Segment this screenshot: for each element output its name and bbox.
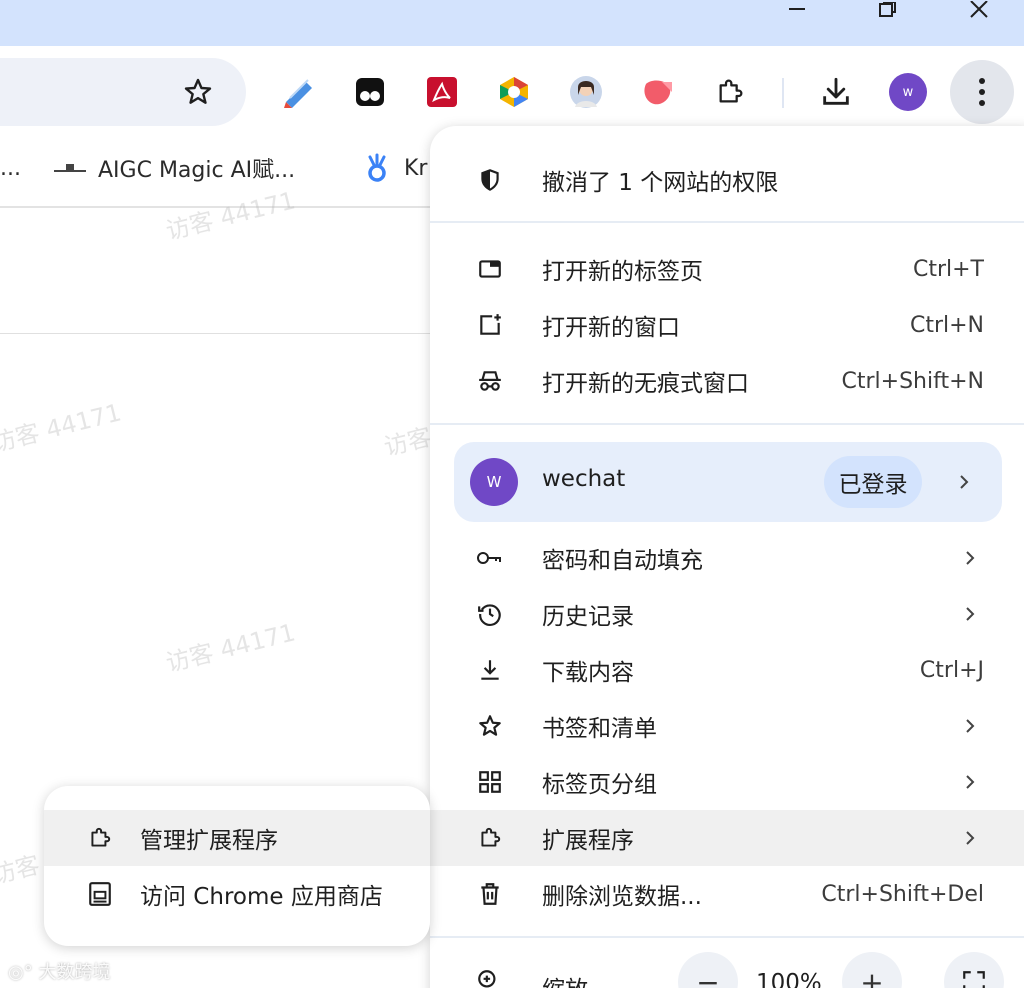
- adobe-pdf-extension-icon[interactable]: [422, 72, 462, 112]
- submenu-item-manage-extensions[interactable]: 管理扩展程序: [44, 810, 430, 866]
- chevron-right-icon: [960, 716, 980, 736]
- menu-item-label: 书签和清单: [542, 716, 657, 742]
- menu-item-extensions[interactable]: 扩展程序: [430, 810, 1024, 866]
- download-icon: [476, 656, 504, 684]
- trash-icon: [476, 880, 504, 908]
- close-icon[interactable]: [956, 0, 1002, 20]
- menu-item-label: 密码和自动填充: [542, 548, 703, 574]
- profile-card[interactable]: W wechat 已登录: [454, 442, 1002, 522]
- zoom-value: 100%: [756, 970, 822, 988]
- fullscreen-icon[interactable]: [944, 952, 1004, 988]
- menu-divider: [430, 423, 1024, 425]
- signed-in-badge: 已登录: [824, 456, 922, 508]
- shortcut-label: Ctrl+J: [919, 657, 984, 683]
- menu-item-bookmarks[interactable]: 书签和清单: [430, 698, 1024, 754]
- key-icon: [476, 544, 504, 572]
- extensions-submenu: 管理扩展程序 访问 Chrome 应用商店: [44, 786, 430, 946]
- store-icon: [86, 880, 114, 908]
- zoom-in-button[interactable]: +: [842, 952, 902, 988]
- watermark: 访客 44171: [0, 398, 125, 458]
- menu-item-new-window[interactable]: 打开新的窗口 Ctrl+N: [430, 297, 1024, 353]
- menu-item-history[interactable]: 历史记录: [430, 586, 1024, 642]
- menu-item-new-incognito[interactable]: 打开新的无痕式窗口 Ctrl+Shift+N: [430, 353, 1024, 409]
- menu-item-label: 打开新的标签页: [542, 259, 703, 285]
- menu-divider: [430, 221, 1024, 223]
- aigc-logo-icon: [54, 164, 86, 172]
- bookmark-star-icon[interactable]: [178, 72, 218, 112]
- new-tab-icon: [476, 255, 504, 283]
- submenu-item-label: 管理扩展程序: [140, 828, 278, 854]
- incognito-icon: [476, 367, 504, 395]
- chevron-right-icon: [960, 828, 980, 848]
- menu-item-label: 打开新的无痕式窗口: [542, 371, 749, 397]
- menu-item-tab-groups[interactable]: 标签页分组: [430, 754, 1024, 810]
- menu-item-label: 标签页分组: [542, 772, 657, 798]
- download-icon[interactable]: [816, 72, 856, 112]
- menu-item-permission-notice[interactable]: 撤消了 1 个网站的权限: [430, 152, 1024, 208]
- page-divider: [0, 333, 440, 334]
- toolbar-divider: [782, 78, 784, 108]
- avatar-extension-icon[interactable]: [566, 72, 606, 112]
- chevron-right-icon: [960, 548, 980, 568]
- zoom-icon: [476, 968, 502, 988]
- star-icon: [476, 712, 504, 740]
- puzzle-extensions-icon[interactable]: [710, 72, 750, 112]
- shortcut-label: Ctrl+Shift+Del: [821, 881, 984, 907]
- shortcut-label: Ctrl+N: [909, 312, 984, 338]
- menu-item-label: 历史记录: [542, 604, 634, 630]
- tampermonkey-extension-icon[interactable]: [350, 72, 390, 112]
- avatar: w: [889, 73, 927, 111]
- new-window-icon: [476, 311, 504, 339]
- menu-item-new-tab[interactable]: 打开新的标签页 Ctrl+T: [430, 241, 1024, 297]
- menu-item-label: 下载内容: [542, 660, 634, 686]
- menu-item-label: 打开新的窗口: [542, 315, 680, 341]
- submenu-item-label: 访问 Chrome 应用商店: [140, 884, 383, 910]
- chevron-right-icon: [960, 604, 980, 624]
- restore-icon[interactable]: [864, 0, 910, 20]
- profile-name: wechat: [542, 466, 626, 492]
- menu-item-clear-browsing-data[interactable]: 删除浏览数据... Ctrl+Shift+Del: [430, 866, 1024, 922]
- menu-item-label: 撤消了 1 个网站的权限: [542, 170, 779, 196]
- menu-item-downloads[interactable]: 下载内容 Ctrl+J: [430, 642, 1024, 698]
- zoom-label: 缩放: [542, 970, 588, 988]
- chrome-main-menu: 撤消了 1 个网站的权限 打开新的标签页 Ctrl+T 打开新的窗口 Ctrl+…: [430, 126, 1024, 988]
- menu-item-label: 删除浏览数据...: [542, 884, 702, 910]
- shortcut-label: Ctrl+Shift+N: [841, 368, 984, 394]
- watermark: 访客 44171: [163, 618, 299, 678]
- zoom-out-button[interactable]: −: [678, 952, 738, 988]
- red-shape-extension-icon[interactable]: [638, 72, 678, 112]
- multicolor-extension-icon[interactable]: [494, 72, 534, 112]
- pencil-extension-icon[interactable]: [278, 72, 318, 112]
- brand-watermark: ◎° 大数跨境: [8, 962, 111, 983]
- menu-item-passwords[interactable]: 密码和自动填充: [430, 530, 1024, 586]
- brand-logo-icon: ◎°: [8, 962, 33, 983]
- kebab-menu-icon[interactable]: [950, 60, 1014, 124]
- chevron-right-icon: [954, 472, 974, 492]
- shortcut-label: Ctrl+T: [912, 256, 984, 282]
- puzzle-icon: [476, 824, 504, 852]
- submenu-item-chrome-web-store[interactable]: 访问 Chrome 应用商店: [44, 866, 430, 922]
- title-bar: [0, 0, 1024, 46]
- shield-icon: [476, 166, 504, 194]
- bookmark-item[interactable]: ...: [0, 140, 21, 196]
- profile-avatar-button[interactable]: w: [888, 72, 928, 112]
- menu-item-label: 扩展程序: [542, 828, 634, 854]
- chevron-right-icon: [960, 772, 980, 792]
- kr-logo-icon: [368, 153, 386, 182]
- avatar: W: [470, 458, 518, 506]
- minimize-icon[interactable]: [774, 0, 820, 20]
- history-icon: [476, 600, 504, 628]
- puzzle-icon: [86, 824, 114, 852]
- bookmark-item-kr[interactable]: Kr: [364, 140, 427, 196]
- zoom-row: 缩放 − 100% +: [430, 938, 1024, 988]
- grid-icon: [476, 768, 504, 796]
